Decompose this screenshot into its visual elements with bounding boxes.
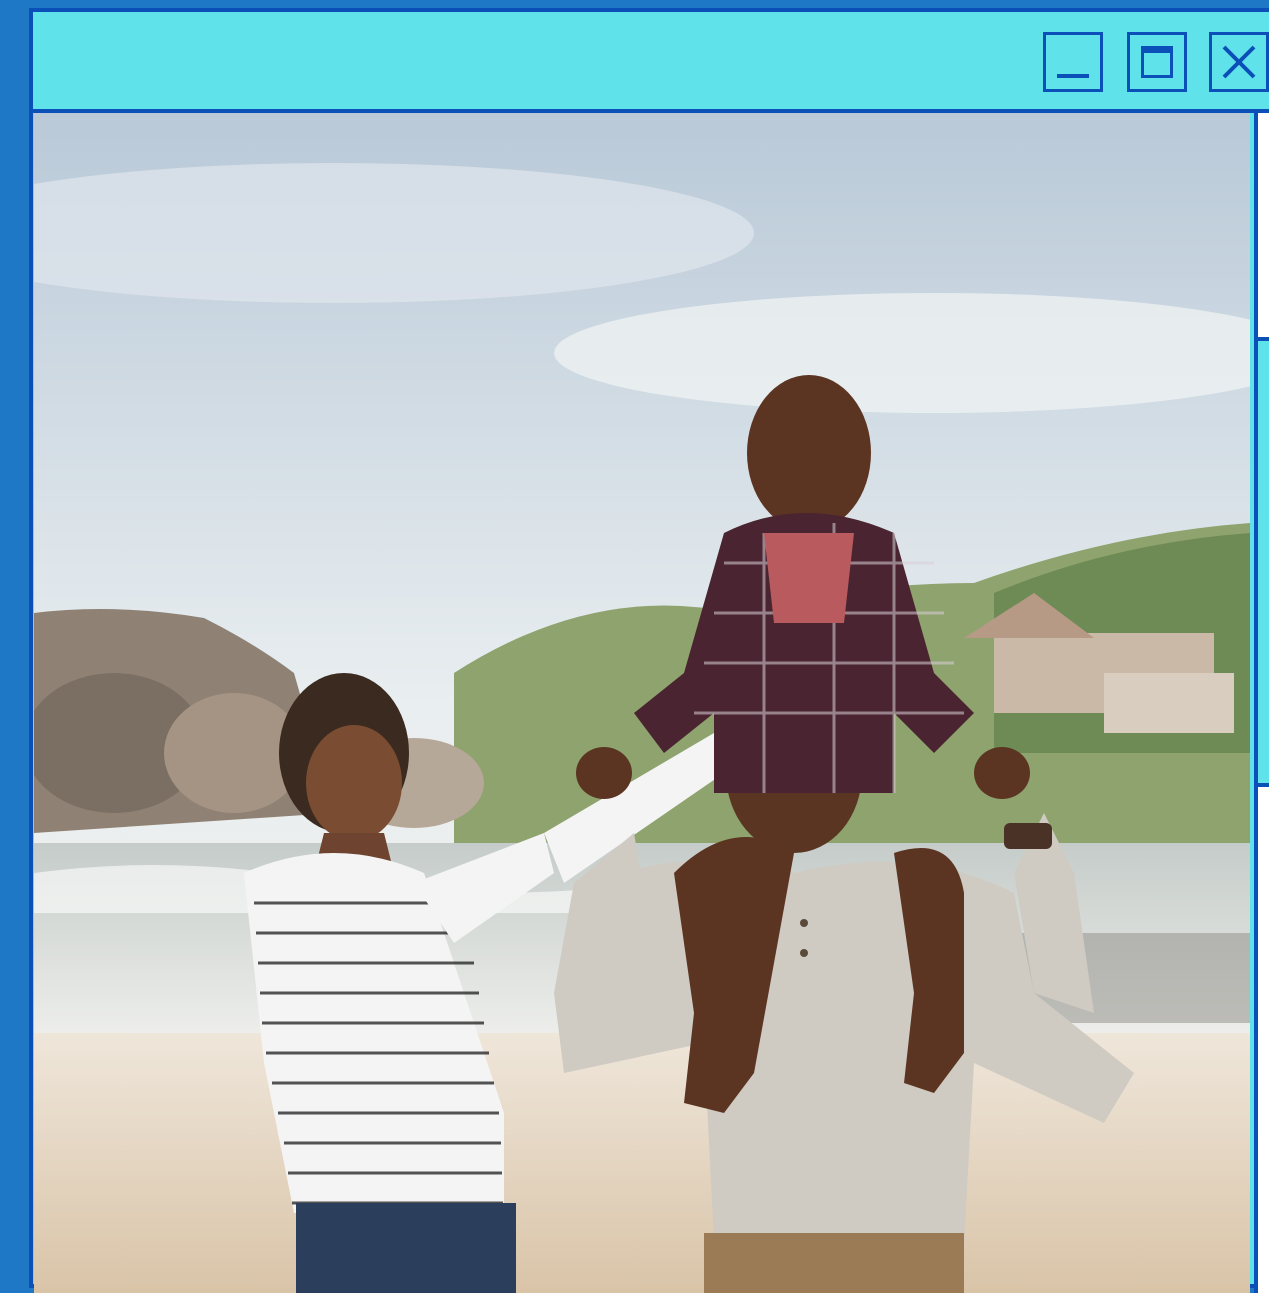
minimize-button[interactable]: [1043, 32, 1103, 92]
side-panel-section: [1258, 337, 1269, 787]
app-window: [29, 8, 1269, 1293]
title-bar[interactable]: [33, 12, 1269, 113]
close-icon: [1222, 45, 1256, 79]
photo-illustration: [34, 113, 1250, 1293]
maximize-icon: [1141, 46, 1173, 78]
desktop-background: [0, 0, 1269, 1293]
minimize-icon: [1057, 74, 1089, 78]
family-beach-photo: [34, 113, 1250, 1293]
close-button[interactable]: [1209, 32, 1269, 92]
side-panel: [1254, 113, 1269, 1293]
maximize-button[interactable]: [1127, 32, 1187, 92]
